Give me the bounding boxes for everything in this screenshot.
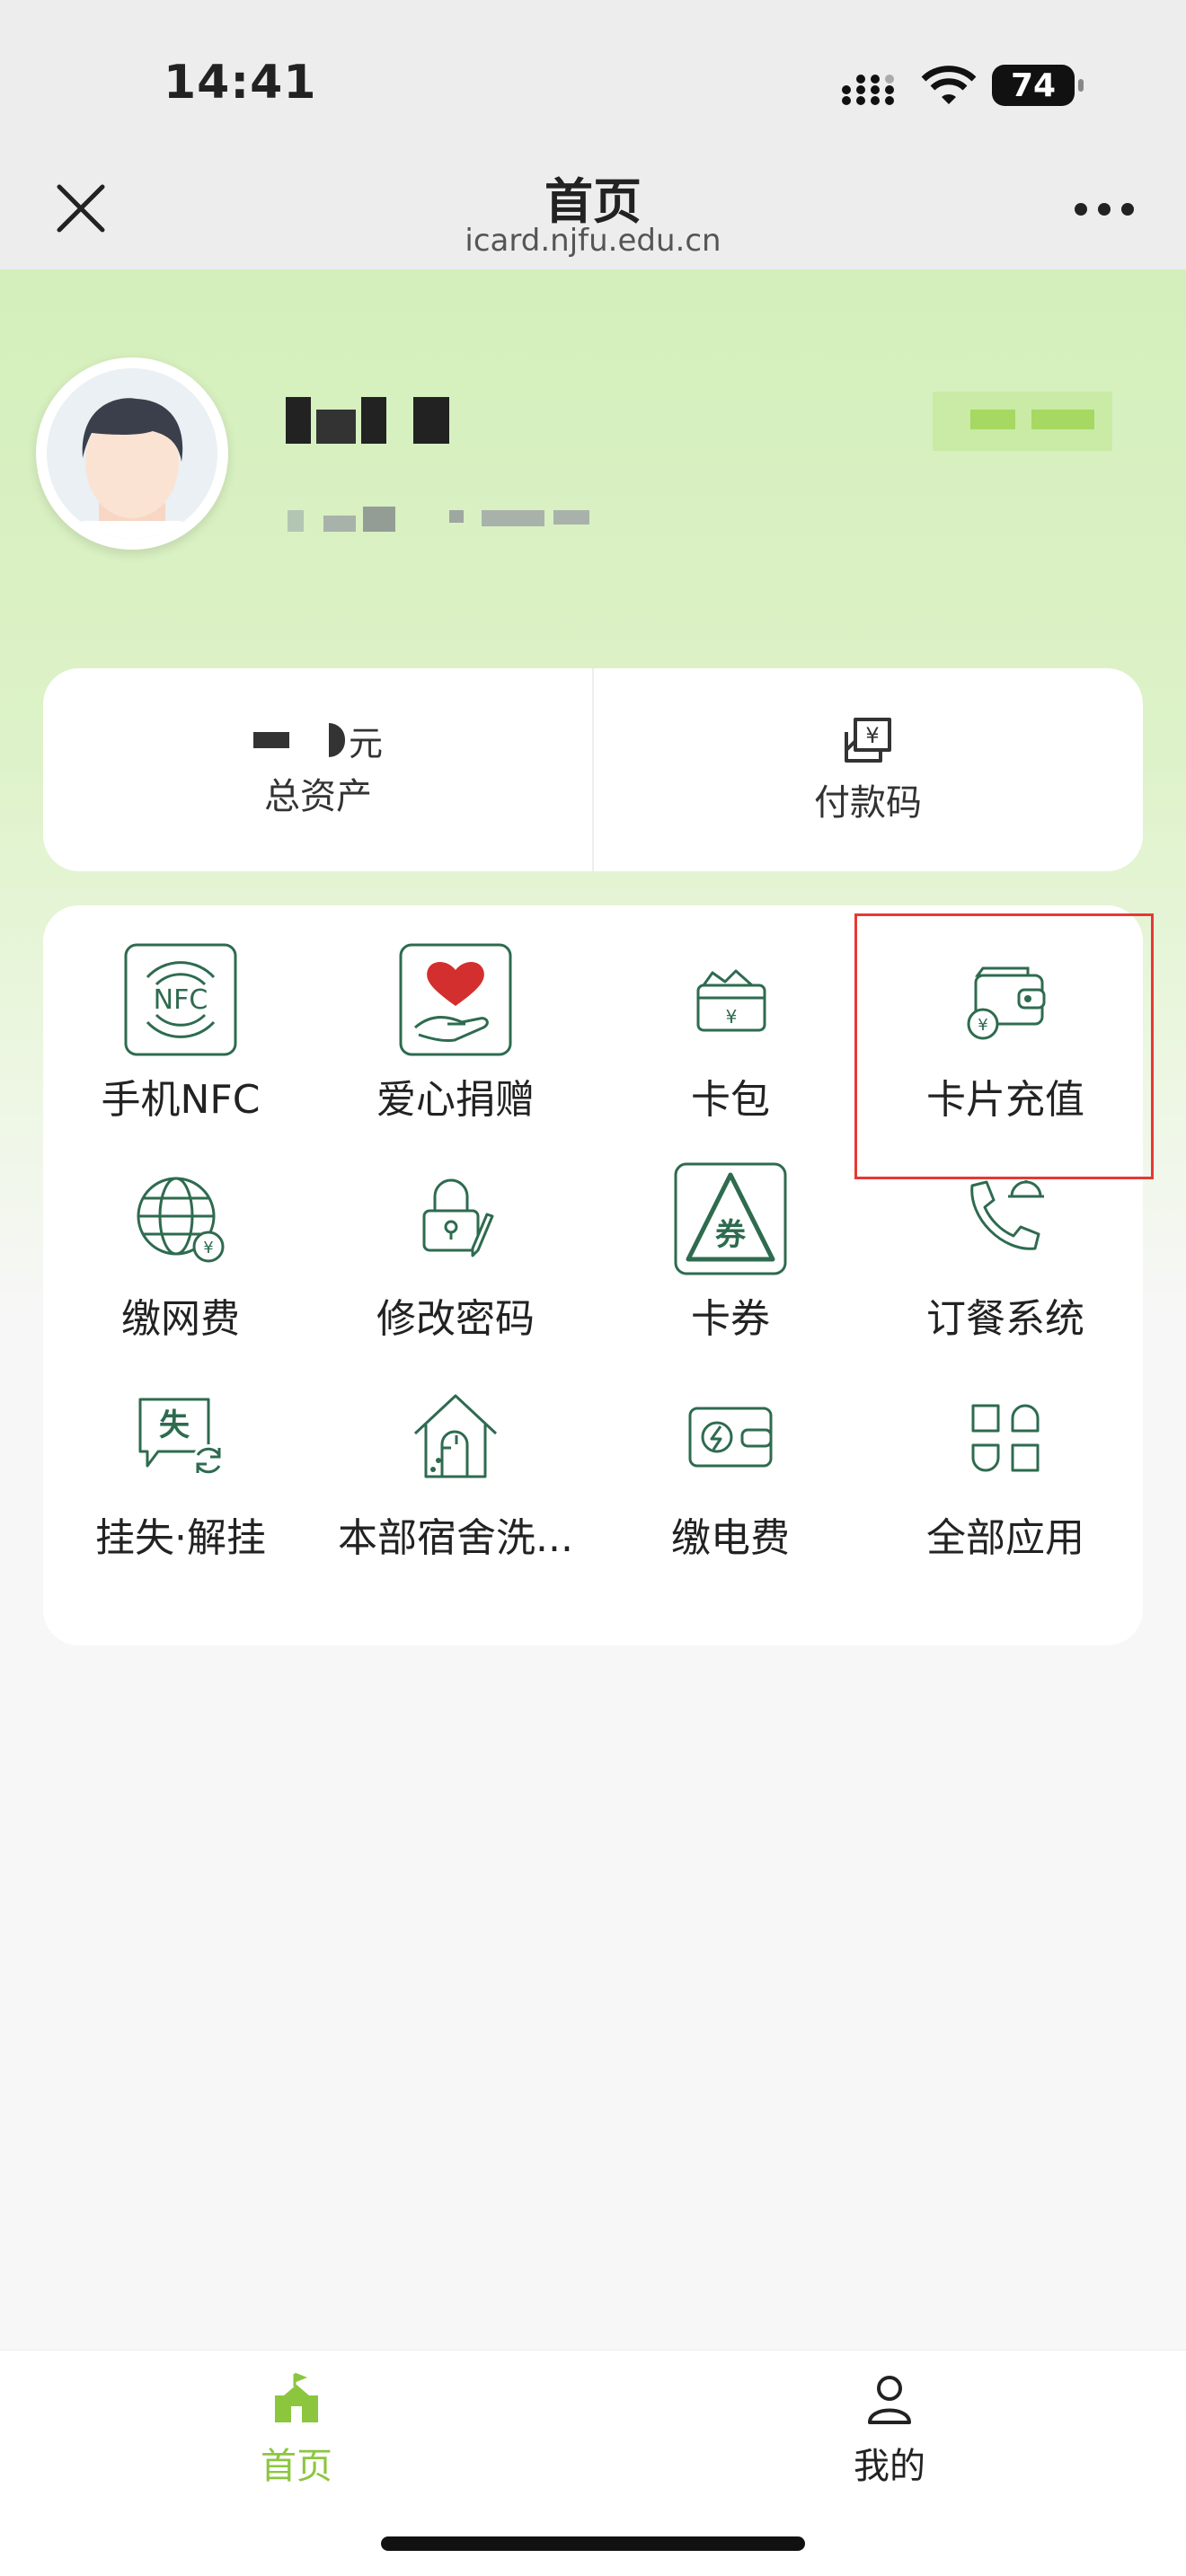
school-home-icon [275,2372,318,2422]
report-loss-icon: 失 [118,1380,243,1496]
electric-card-icon [668,1380,793,1496]
lock-pen-icon [393,1160,518,1277]
wifi-icon [921,66,977,104]
svg-text:失: 失 [159,1407,190,1443]
tab-home-label: 首页 [261,2446,332,2487]
asset-card: 元 总资产 ¥ 付款码 [43,668,1143,871]
grid-icon [943,1380,1068,1496]
app-charity-donation[interactable]: 爱心捐赠 [318,905,593,1125]
tab-mine-label: 我的 [854,2446,925,2487]
redacted-user-id [286,499,609,539]
app-meal-ordering[interactable]: 订餐系统 [868,1125,1143,1344]
phone-dish-icon [943,1160,1068,1277]
redacted-user-name [286,393,449,447]
heart-hand-icon [393,941,518,1058]
page-url: icard.njfu.edu.cn [465,223,721,259]
apps-grid: NFC 手机NFC 爱心捐赠 ¥ 卡包 ¥ 卡片充值 ¥ 缴网费 修改密码 券 … [43,905,1143,1645]
currency-unit: 元 [348,723,383,763]
card-wallet-icon: ¥ [668,941,793,1058]
pay-code-label: 付款码 [814,782,922,824]
cellular-signal-icon [842,75,894,105]
home-indicator [381,2536,805,2551]
pay-code-icon: ¥ [845,718,891,763]
total-assets[interactable]: 元 总资产 [43,668,593,871]
app-coupons[interactable]: 券 卡券 [593,1125,868,1344]
more-options-button[interactable] [1075,203,1134,219]
user-icon [868,2376,911,2424]
redacted-balance-2 [328,723,345,757]
svg-text:¥: ¥ [978,1016,987,1035]
svg-text:¥: ¥ [203,1239,213,1257]
coupon-icon: 券 [668,1160,793,1277]
app-network-fee[interactable]: ¥ 缴网费 [43,1125,318,1344]
app-report-loss[interactable]: 失 挂失·解挂 [43,1344,318,1563]
house-faucet-icon [393,1380,518,1496]
redacted-status-badge [933,392,1112,451]
nfc-icon: NFC [118,941,243,1058]
app-card-recharge[interactable]: ¥ 卡片充值 [868,905,1143,1125]
app-change-password[interactable]: 修改密码 [318,1125,593,1344]
pay-code-button[interactable]: ¥ 付款码 [593,668,1143,871]
top-bar: 14:41 74 首页 icard.njfu.edu.cn [0,0,1186,269]
app-electricity-fee[interactable]: 缴电费 [593,1344,868,1563]
avatar[interactable] [36,357,228,550]
app-card-wallet[interactable]: ¥ 卡包 [593,905,868,1125]
app-nfc[interactable]: NFC 手机NFC [43,905,318,1125]
status-time: 14:41 [164,56,317,110]
app-dorm-laundry[interactable]: 本部宿舍洗... [318,1344,593,1563]
svg-text:NFC: NFC [154,984,208,1016]
app-all-applications[interactable]: 全部应用 [868,1344,1143,1563]
svg-text:券: 券 [715,1217,747,1253]
svg-text:¥: ¥ [726,1006,738,1028]
tab-mine[interactable]: 我的 [593,2351,1186,2512]
user-avatar-icon [74,398,190,539]
redacted-balance [252,732,289,748]
battery-indicator: 74 [992,65,1084,106]
wallet-recharge-icon: ¥ [943,941,1068,1058]
globe-yuan-icon: ¥ [118,1160,243,1277]
total-assets-label: 总资产 [264,776,372,817]
tab-home[interactable]: 首页 [0,2351,593,2512]
svg-text:¥: ¥ [865,723,879,748]
